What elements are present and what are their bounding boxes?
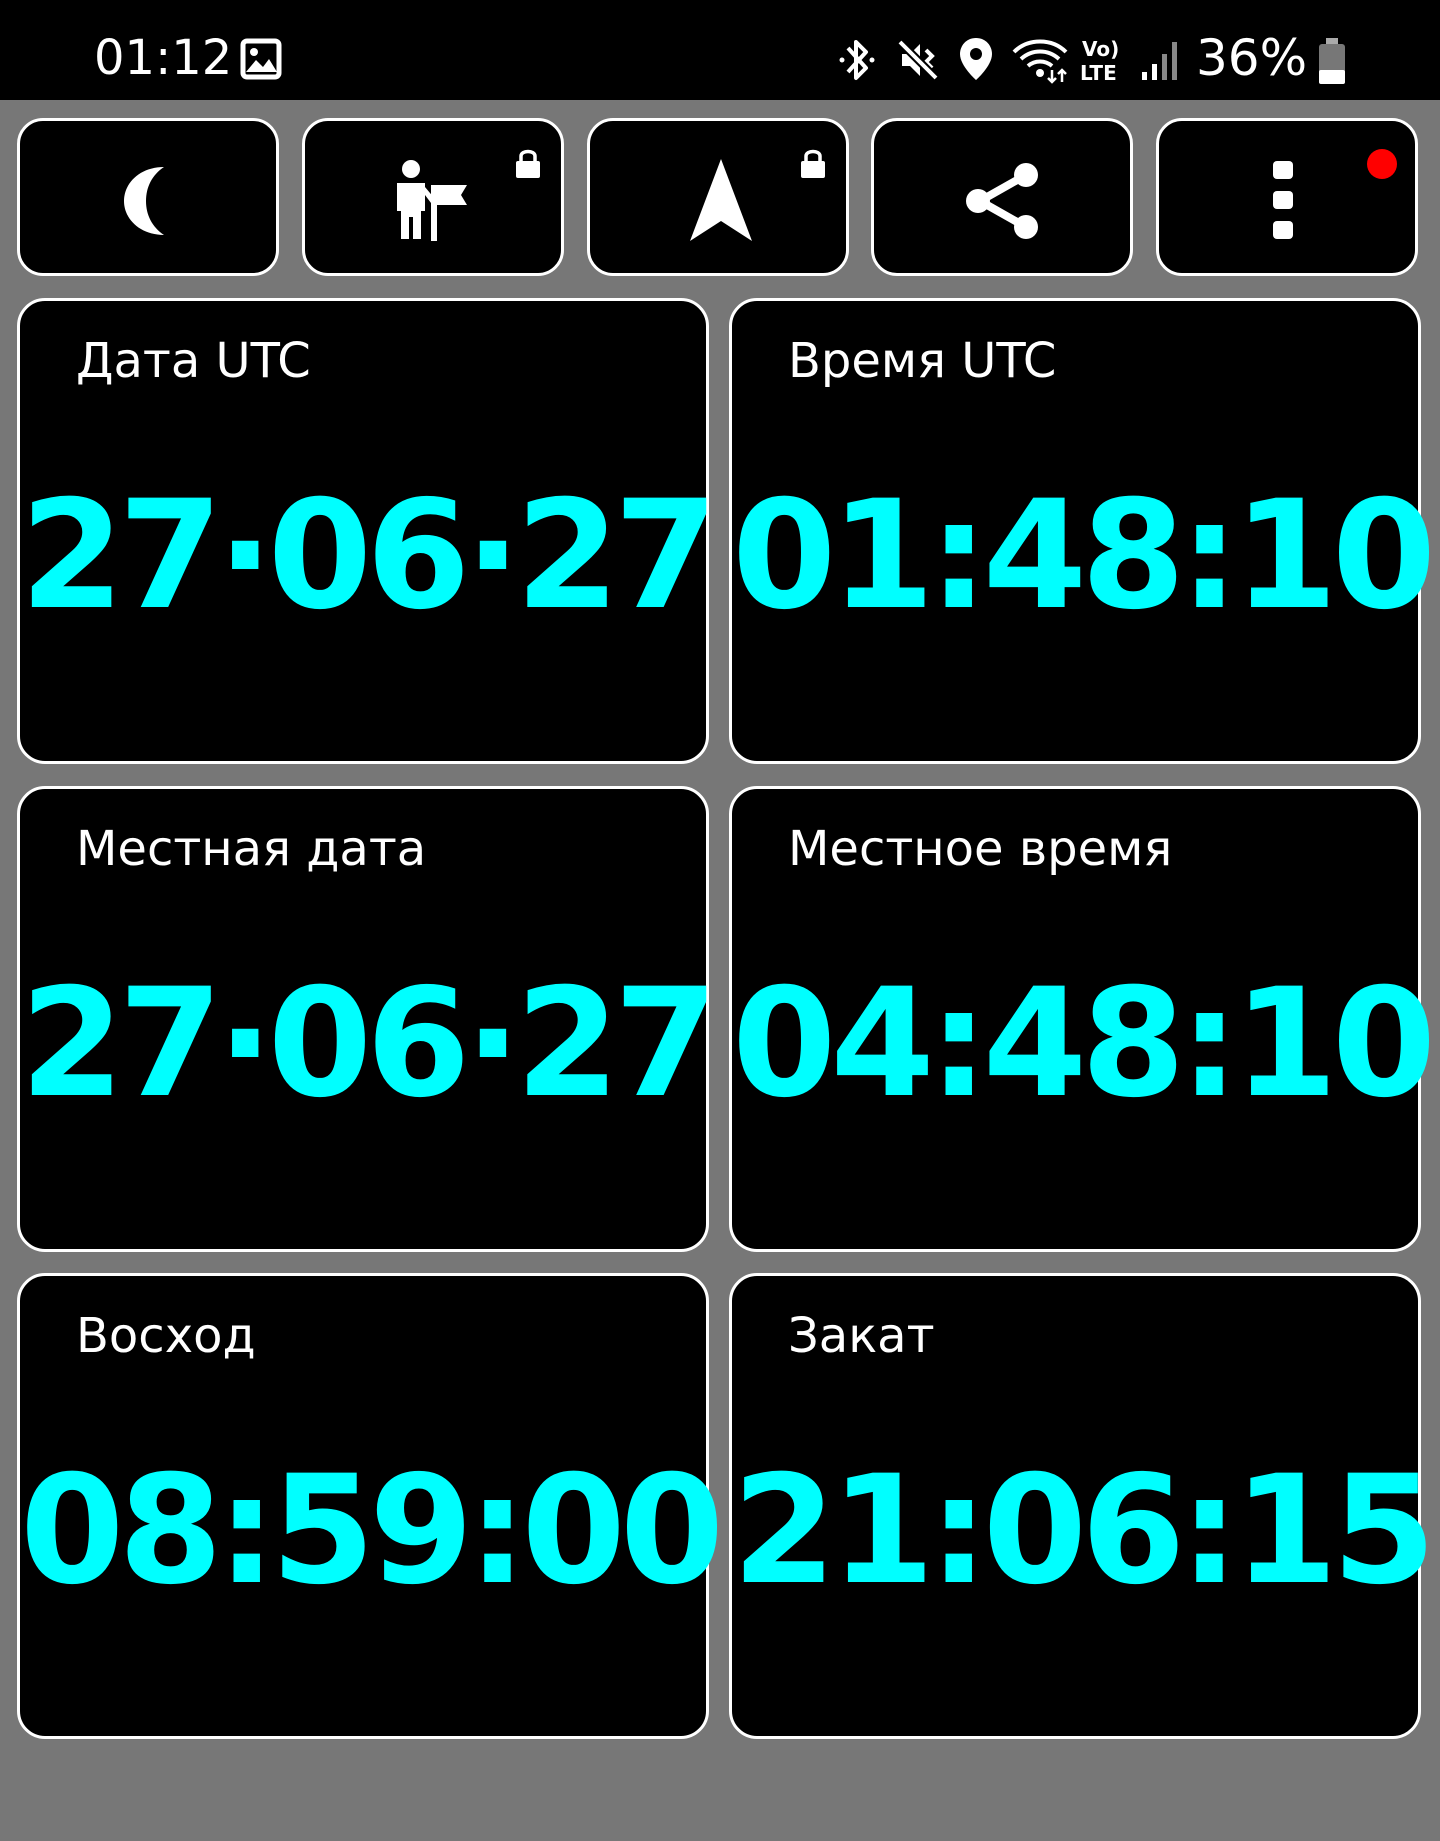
tile-value: 04:48:10 [732, 957, 1436, 1131]
tile-label: Местная дата [76, 821, 427, 877]
tile-value: 01:48:10 [732, 469, 1436, 643]
wifi-icon [1012, 39, 1068, 84]
svg-text:LTE: LTE [1080, 61, 1117, 84]
tile-label: Закат [788, 1308, 935, 1364]
person-flag-icon [397, 160, 467, 241]
tile-utc-time[interactable]: Время UTC 01:48:10 [729, 298, 1436, 764]
gallery-icon [240, 38, 282, 80]
tile-sunset[interactable]: Закат 21:06:15 [729, 1273, 1436, 1739]
location-icon [960, 38, 992, 80]
moon-icon [124, 167, 164, 235]
more-vertical-icon [1273, 161, 1293, 239]
svg-text:Vo): Vo) [1082, 37, 1119, 61]
battery-percent: 36% [1196, 29, 1308, 87]
tile-value: 27·06·27 [20, 469, 718, 643]
tile-local-time[interactable]: Местное время 04:48:10 [729, 786, 1436, 1252]
signal-icon [1142, 42, 1177, 80]
tile-value: 08:59:00 [20, 1444, 724, 1618]
navigation-arrow-icon [690, 159, 752, 241]
share-icon [966, 163, 1038, 239]
tile-label: Местное время [788, 821, 1173, 877]
bluetooth-icon [839, 40, 875, 80]
volte-icon: Vo) LTE [1080, 37, 1119, 84]
night-mode-button[interactable] [17, 118, 279, 276]
vibrate-mute-icon [897, 39, 939, 81]
waypoint-button[interactable] [302, 118, 564, 276]
tile-label: Восход [76, 1308, 256, 1364]
tile-value: 21:06:15 [732, 1444, 1436, 1618]
status-bar: 01:12 Vo) LTE 36% [0, 0, 1440, 100]
tile-local-date[interactable]: Местная дата 27·06·27 [17, 786, 718, 1252]
tile-label: Время UTC [788, 333, 1057, 389]
tile-label: Дата UTC [76, 333, 311, 389]
notification-dot [1367, 149, 1397, 179]
status-time: 01:12 [94, 30, 233, 86]
share-button[interactable] [871, 118, 1133, 276]
lock-icon [801, 149, 825, 178]
navigation-button[interactable] [587, 118, 849, 276]
tile-sunrise[interactable]: Восход 08:59:00 [17, 1273, 724, 1739]
battery-icon [1319, 38, 1345, 84]
more-button[interactable] [1156, 118, 1418, 276]
tile-value: 27·06·27 [20, 957, 718, 1131]
tile-utc-date[interactable]: Дата UTC 27·06·27 [17, 298, 718, 764]
lock-icon [516, 149, 540, 178]
